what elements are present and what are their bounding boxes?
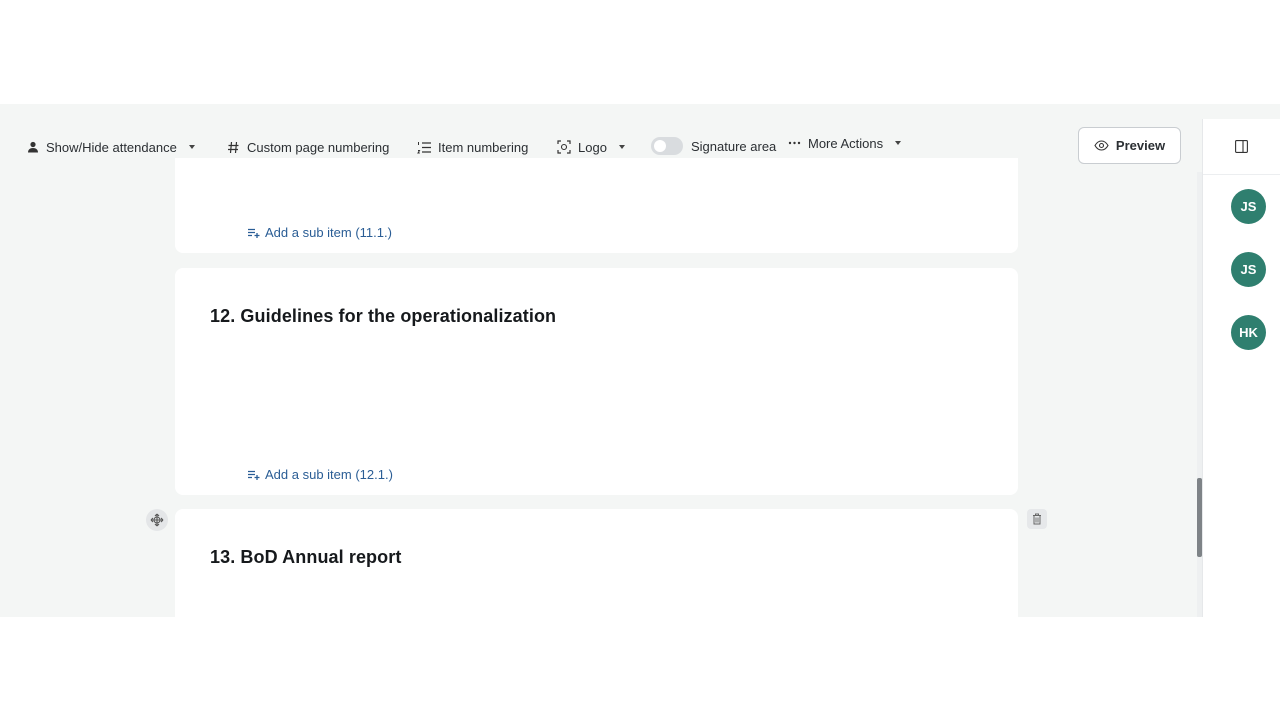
show-hide-attendance-dropdown[interactable]: Show/Hide attendance: [27, 135, 195, 159]
person-icon: [28, 141, 38, 153]
chevron-down-icon: [188, 145, 195, 149]
participants-panel: JS JS HK: [1202, 119, 1280, 617]
add-sub-item-label: Add a sub item (11.1.): [265, 225, 392, 240]
agenda-item-title[interactable]: 12. Guidelines for the operationalizatio…: [210, 306, 556, 327]
add-sub-item-label: Add a sub item (12.1.): [265, 467, 393, 482]
drag-handle-icon[interactable]: [146, 509, 168, 531]
toggle-switch[interactable]: [651, 137, 683, 155]
more-actions-dropdown[interactable]: More Actions: [788, 131, 902, 155]
add-sub-item-11-button[interactable]: Add a sub item (11.1.): [247, 225, 392, 240]
more-horizontal-icon: [788, 141, 801, 145]
item-numbering-label: Item numbering: [438, 139, 529, 155]
panel-header: [1203, 119, 1280, 175]
agenda-item-13: 13. BoD Annual report: [175, 509, 1018, 617]
delete-icon[interactable]: [1027, 509, 1047, 529]
preview-label: Preview: [1115, 138, 1166, 153]
agenda-item-12: 12. Guidelines for the operationalizatio…: [175, 268, 1018, 495]
preview-button[interactable]: Preview: [1078, 127, 1181, 164]
signature-area-toggle[interactable]: Signature area: [651, 134, 776, 158]
chevron-down-icon: [895, 141, 902, 145]
agenda-editor: Add a sub item (11.1.) 12. Guidelines fo…: [0, 104, 1280, 617]
numbered-list-icon: [417, 141, 431, 153]
logo-dropdown[interactable]: Logo: [557, 135, 625, 159]
eye-icon: [1094, 140, 1109, 151]
logo-label: Logo: [578, 139, 607, 155]
add-list-icon: [248, 470, 260, 480]
item-numbering-button[interactable]: Item numbering: [417, 135, 528, 159]
custom-page-numbering-label: Custom page numbering: [247, 139, 390, 155]
hash-icon: [228, 141, 239, 153]
toggle-sidebar-icon[interactable]: [1235, 140, 1248, 153]
add-sub-item-12-button[interactable]: Add a sub item (12.1.): [247, 467, 393, 482]
avatar[interactable]: JS: [1231, 252, 1266, 287]
agenda-item-title[interactable]: 13. BoD Annual report: [210, 547, 401, 568]
toolbar: Show/Hide attendance Custom page numberi…: [0, 119, 1202, 175]
add-list-icon: [248, 228, 260, 238]
focus-frame-icon: [557, 140, 571, 154]
more-actions-label: More Actions: [808, 135, 884, 151]
show-hide-attendance-label: Show/Hide attendance: [46, 139, 177, 155]
chevron-down-icon: [618, 145, 625, 149]
custom-page-numbering-button[interactable]: Custom page numbering: [227, 135, 389, 159]
signature-area-label: Signature area: [691, 138, 777, 154]
avatar[interactable]: HK: [1231, 315, 1266, 350]
avatar[interactable]: JS: [1231, 189, 1266, 224]
